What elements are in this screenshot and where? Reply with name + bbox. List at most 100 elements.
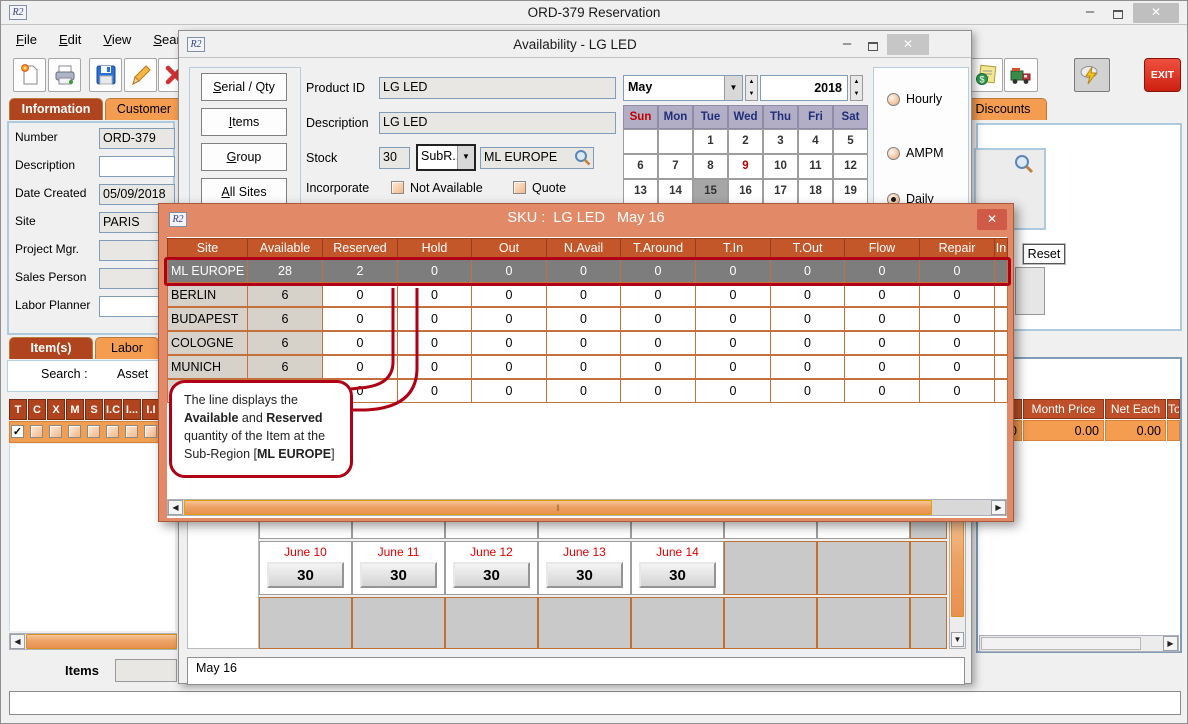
tab-labor[interactable]: Labor — [95, 337, 159, 359]
year-field[interactable]: 2018 — [760, 75, 848, 101]
sku-value-cell[interactable]: 0 — [695, 379, 771, 403]
sku-value-cell[interactable]: 0 — [919, 379, 995, 403]
day-qty-button[interactable]: 30 — [360, 562, 437, 588]
tab-customer[interactable]: Customer — [105, 98, 183, 120]
sku-value-cell[interactable]: 0 — [770, 355, 845, 379]
sku-value-cell[interactable]: 0 — [471, 355, 547, 379]
grid-checkbox[interactable] — [144, 425, 157, 438]
sku-value-cell[interactable]: 0 — [770, 283, 845, 307]
day-cell[interactable]: June 1030 — [259, 541, 352, 595]
calendar-day[interactable]: 5 — [833, 129, 868, 154]
sku-value-cell[interactable]: 0 — [695, 283, 771, 307]
maximize-icon[interactable] — [1105, 7, 1131, 22]
sku-value-cell[interactable]: 0 — [397, 355, 472, 379]
scroll-left-icon[interactable]: ◀ — [10, 634, 25, 649]
sku-site-cell[interactable]: BUDAPEST — [167, 307, 248, 331]
sku-value-cell[interactable] — [994, 331, 1008, 355]
sku-value-cell[interactable] — [994, 283, 1008, 307]
calendar-day[interactable]: 6 — [623, 154, 658, 179]
search-icon[interactable] — [1013, 153, 1035, 178]
sku-value-cell[interactable]: 0 — [546, 355, 621, 379]
sku-value-cell[interactable]: 0 — [546, 331, 621, 355]
sku-value-cell[interactable]: 0 — [322, 307, 398, 331]
chevron-down-icon[interactable]: ▼ — [724, 76, 742, 100]
sku-site-cell[interactable]: MUNICH — [167, 355, 248, 379]
not-available-checkbox[interactable] — [391, 181, 404, 194]
scroll-down-icon[interactable]: ▼ — [951, 632, 964, 647]
calendar-day[interactable]: 18 — [798, 179, 833, 204]
reset-button[interactable]: Reset — [1023, 244, 1065, 264]
grid-checkbox[interactable] — [87, 425, 100, 438]
stock-field[interactable]: 30 — [379, 147, 410, 169]
sku-value-cell[interactable]: 0 — [620, 379, 696, 403]
sku-value-cell[interactable]: 0 — [620, 307, 696, 331]
edit-button[interactable] — [124, 58, 157, 92]
search-by-value[interactable]: Asset — [117, 367, 148, 381]
sku-value-cell[interactable]: 0 — [620, 355, 696, 379]
calendar-day[interactable]: 9 — [728, 154, 763, 179]
menu-edit[interactable]: Edit — [48, 27, 92, 52]
hscroll-thumb[interactable] — [26, 634, 177, 649]
hscroll-thumb[interactable] — [981, 637, 1141, 650]
sku-value-cell[interactable]: 0 — [770, 331, 845, 355]
calendar-day[interactable]: 17 — [763, 179, 798, 204]
day-qty-button[interactable]: 30 — [639, 562, 716, 588]
tab-items[interactable]: Item(s) — [9, 337, 93, 359]
grid-checkbox[interactable] — [49, 425, 62, 438]
sku-value-cell[interactable]: 0 — [620, 331, 696, 355]
sku-value-cell[interactable]: 0 — [546, 307, 621, 331]
calendar-day[interactable]: 2 — [728, 129, 763, 154]
side-button-all-sites[interactable]: All Sites — [201, 178, 287, 206]
side-button-serial-qty[interactable]: Serial / Qty — [201, 73, 287, 101]
new-button[interactable] — [13, 58, 46, 92]
item-grid-hscrollbar[interactable]: ◀ — [9, 633, 177, 650]
scroll-right-icon[interactable]: ▶ — [991, 500, 1006, 515]
grid-checkbox[interactable] — [125, 425, 138, 438]
close-icon[interactable]: ✕ — [887, 34, 929, 55]
product-id-field[interactable]: LG LED — [379, 77, 616, 99]
side-button-items[interactable]: Items — [201, 108, 287, 136]
tab-discounts[interactable]: Discounts — [959, 98, 1047, 120]
calendar-day[interactable]: 8 — [693, 154, 728, 179]
radio-hourly[interactable] — [887, 93, 900, 106]
sku-value-cell[interactable]: 0 — [770, 307, 845, 331]
tab-information[interactable]: Information — [9, 98, 103, 120]
maximize-icon[interactable] — [861, 39, 885, 54]
year-spinner[interactable]: ▲▼ — [850, 75, 863, 101]
calendar-day[interactable]: 15 — [693, 179, 728, 204]
items-count-field[interactable] — [115, 659, 177, 682]
sku-value-cell[interactable]: 0 — [397, 379, 472, 403]
sku-value-cell[interactable]: 0 — [844, 331, 920, 355]
day-cell[interactable] — [817, 541, 910, 595]
sku-value-cell[interactable]: 0 — [546, 283, 621, 307]
invoice-button[interactable]: $ — [969, 58, 1003, 92]
grid-checkbox[interactable] — [106, 425, 119, 438]
minimize-icon[interactable]: – — [835, 35, 859, 52]
chevron-down-icon[interactable]: ▼ — [457, 146, 474, 169]
scroll-right-icon[interactable]: ▶ — [1163, 636, 1178, 651]
sku-value-cell[interactable]: 0 — [397, 331, 472, 355]
sku-value-cell[interactable] — [994, 355, 1008, 379]
sku-value-cell[interactable]: 0 — [919, 283, 995, 307]
sku-value-cell[interactable]: 0 — [471, 379, 547, 403]
main-titlebar[interactable]: R2 ORD-379 Reservation – ✕ — [1, 1, 1187, 25]
sku-value-cell[interactable]: 0 — [397, 283, 472, 307]
sku-value-cell[interactable]: 0 — [919, 331, 995, 355]
sku-site-cell[interactable]: COLOGNE — [167, 331, 248, 355]
quote-checkbox[interactable] — [513, 181, 526, 194]
price-cell[interactable] — [1167, 420, 1180, 441]
sku-value-cell[interactable]: 0 — [471, 307, 547, 331]
sku-value-cell[interactable]: 0 — [695, 355, 771, 379]
grid-checkbox[interactable]: ✓ — [11, 425, 24, 438]
day-cell[interactable]: June 1230 — [445, 541, 538, 595]
minimize-icon[interactable]: – — [1077, 3, 1103, 20]
close-icon[interactable]: ✕ — [1133, 3, 1179, 23]
calendar-day[interactable]: 1 — [693, 129, 728, 154]
calendar-day[interactable]: 4 — [798, 129, 833, 154]
hscroll-thumb[interactable]: ‖ — [184, 500, 932, 515]
sku-value-cell[interactable]: 0 — [919, 355, 995, 379]
vscroll-thumb[interactable] — [951, 509, 964, 617]
sku-value-cell[interactable]: 0 — [322, 331, 398, 355]
sku-value-cell[interactable]: 0 — [471, 283, 547, 307]
date-created-field[interactable]: 05/09/2018 — [99, 184, 175, 205]
